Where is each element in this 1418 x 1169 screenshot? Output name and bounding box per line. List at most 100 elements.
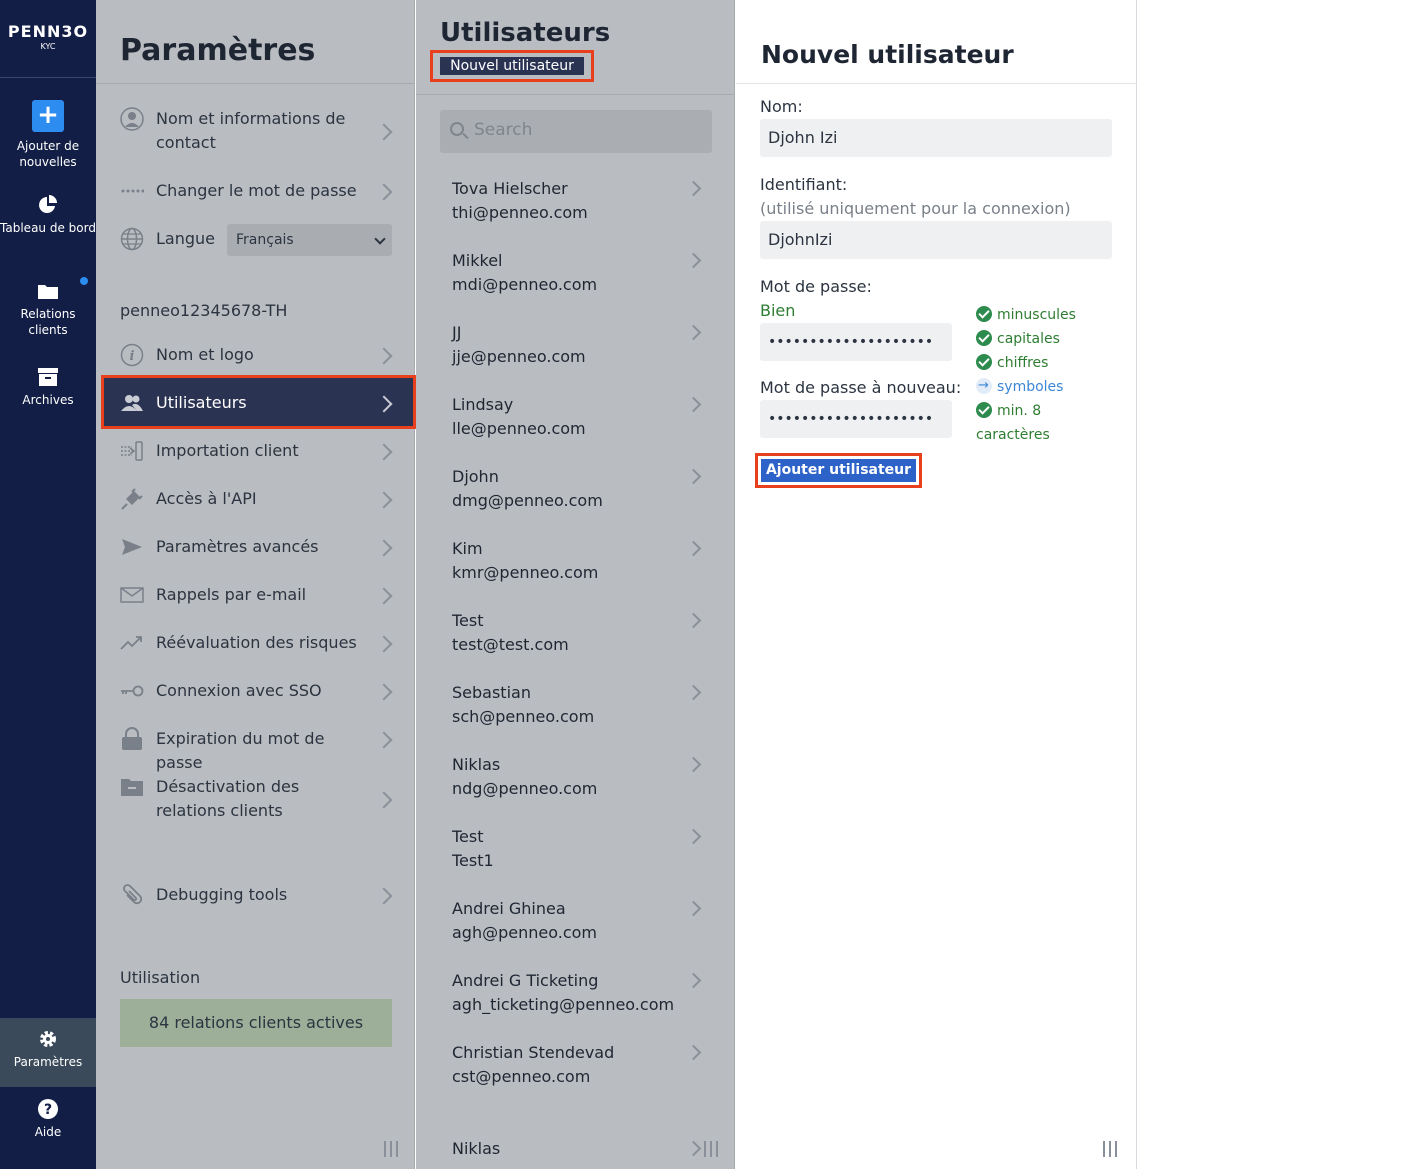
plus-icon: + <box>32 100 64 132</box>
chevron-right-icon <box>685 684 702 701</box>
lock-icon <box>122 727 142 750</box>
password-field[interactable]: •••••••••••••••••••• <box>760 323 952 361</box>
settings-item-label: Rappels par e-mail <box>156 585 307 604</box>
rail-dashboard[interactable]: Tableau de bord <box>0 194 96 236</box>
password-repeat-field[interactable]: •••••••••••••••••••• <box>760 400 952 438</box>
user-list-item[interactable]: Mikkel mdi@penneo.com <box>416 249 735 321</box>
chevron-right-icon <box>375 395 393 413</box>
user-list-item[interactable]: Test Test1 <box>416 825 735 897</box>
settings-item-label: Nom et logo <box>156 345 254 364</box>
resize-handle-icon[interactable] <box>384 1141 402 1157</box>
settings-item-sso[interactable]: Connexion avec SSO <box>96 679 415 703</box>
settings-item-debugging[interactable]: Debugging tools <box>96 883 415 907</box>
user-email: thi@penneo.com <box>452 203 588 222</box>
user-list-item[interactable]: Djohn dmg@penneo.com <box>416 465 735 537</box>
user-email: lle@penneo.com <box>452 419 586 438</box>
globe-icon <box>120 227 144 251</box>
password-rule-continuation: caractères <box>976 427 1050 443</box>
settings-item-password-expiry[interactable]: Expiration du mot de passe <box>96 727 415 772</box>
user-name: Djohn <box>452 467 499 486</box>
chevron-right-icon <box>375 887 393 905</box>
folder-icon <box>38 285 58 299</box>
chevron-right-icon <box>375 587 393 605</box>
add-user-button[interactable]: Ajouter utilisateur <box>755 453 922 488</box>
settings-item-users[interactable]: Utilisateurs <box>96 391 415 415</box>
rail-dashboard-label: Tableau de bord <box>0 221 96 235</box>
resize-handle-icon[interactable] <box>704 1141 722 1157</box>
password-repeat-label: Mot de passe à nouveau: <box>760 378 962 397</box>
login-field[interactable]: DjohnIzi <box>760 221 1112 259</box>
user-email: dmg@penneo.com <box>452 491 603 510</box>
rail-archives[interactable]: Archives <box>0 366 96 408</box>
settings-item-deactivation[interactable]: Désactivation des relations clients <box>96 775 415 823</box>
settings-item-contact[interactable]: Nom et informations de contact <box>96 107 415 155</box>
settings-item-label: Expiration du mot de passe <box>156 729 325 772</box>
settings-item-name-logo[interactable]: i Nom et logo <box>96 343 415 367</box>
user-email: mdi@penneo.com <box>452 275 598 294</box>
user-name: Kim <box>452 539 483 558</box>
rail-add-new[interactable]: + Ajouter de nouvelles <box>0 100 96 170</box>
check-circle-icon <box>976 402 992 418</box>
settings-item-label: Réévaluation des risques <box>156 633 357 652</box>
check-circle-icon <box>976 330 992 346</box>
user-list-item[interactable]: Lindsay lle@penneo.com <box>416 393 735 465</box>
rail-help[interactable]: ? Aide <box>0 1098 96 1140</box>
resize-handle-icon[interactable] <box>1103 1141 1121 1157</box>
add-user-button-label: Ajouter utilisateur <box>761 459 916 482</box>
settings-item-password[interactable]: Changer le mot de passe <box>96 179 415 203</box>
svg-text:?: ? <box>44 1102 52 1118</box>
settings-item-api[interactable]: Accès à l'API <box>96 487 415 511</box>
user-name: Test <box>452 611 484 630</box>
rail-clients[interactable]: Relations clients <box>0 280 96 338</box>
settings-item-import[interactable]: Importation client <box>96 439 415 463</box>
page-title: Paramètres <box>120 33 316 68</box>
new-user-button[interactable]: Nouvel utilisateur <box>430 50 594 82</box>
chevron-right-icon <box>685 972 702 989</box>
chevron-right-icon <box>375 183 393 201</box>
chevron-right-icon <box>375 347 393 365</box>
user-list-item[interactable]: Andrei Ghinea agh@penneo.com <box>416 897 735 969</box>
user-list-item[interactable]: Niklas <box>416 1137 735 1169</box>
search-icon <box>450 122 464 136</box>
password-rule-label: chiffres <box>997 355 1049 371</box>
check-circle-icon <box>976 306 992 322</box>
usage-label: Utilisation <box>120 968 201 987</box>
user-list-item[interactable]: Test test@test.com <box>416 609 735 681</box>
check-circle-icon <box>976 354 992 370</box>
settings-item-label: Désactivation des relations clients <box>156 777 300 820</box>
logo[interactable]: PENN3O KYC <box>0 0 96 78</box>
pie-chart-icon <box>39 195 57 213</box>
user-email: sch@penneo.com <box>452 707 595 726</box>
user-list-item[interactable]: Kim kmr@penneo.com <box>416 537 735 609</box>
settings-item-label: Importation client <box>156 441 299 460</box>
plug-icon <box>121 488 143 510</box>
search-input[interactable]: Search <box>440 110 712 153</box>
users-panel: Utilisateurs Nouvel utilisateur Search T… <box>416 0 735 1169</box>
user-list-item[interactable]: Andrei G Ticketing agh_ticketing@penneo.… <box>416 969 735 1041</box>
usage-badge: 84 relations clients actives <box>120 999 392 1047</box>
settings-panel: Paramètres Nom et informations de contac… <box>96 0 416 1169</box>
rail-settings[interactable]: Paramètres <box>0 1028 96 1070</box>
user-email: ndg@penneo.com <box>452 779 598 798</box>
settings-item-email-reminders[interactable]: Rappels par e-mail <box>96 583 415 607</box>
language-select-value: Français <box>236 232 294 248</box>
settings-item-risk-reassessment[interactable]: Réévaluation des risques <box>96 631 415 655</box>
users-header: Utilisateurs Nouvel utilisateur <box>416 0 735 95</box>
chevron-right-icon <box>685 828 702 845</box>
settings-item-label: Changer le mot de passe <box>156 181 357 200</box>
name-field[interactable]: Djohn Izi <box>760 119 1112 157</box>
user-name: Niklas <box>452 1139 501 1158</box>
rail-archives-label: Archives <box>22 393 74 407</box>
chevron-right-icon <box>375 123 393 141</box>
chevron-right-icon <box>685 1044 702 1061</box>
user-name: Niklas <box>452 755 501 774</box>
settings-item-advanced[interactable]: Paramètres avancés <box>96 535 415 559</box>
language-select[interactable]: Français <box>227 224 392 256</box>
chevron-right-icon <box>685 180 702 197</box>
user-list-item[interactable]: JJ jje@penneo.com <box>416 321 735 393</box>
user-list-item[interactable]: Sebastian sch@penneo.com <box>416 681 735 753</box>
user-list-item[interactable]: Niklas ndg@penneo.com <box>416 753 735 825</box>
user-list-item[interactable]: Christian Stendevad cst@penneo.com <box>416 1041 735 1113</box>
rail-clients-label: Relations clients <box>20 307 76 337</box>
user-list-item[interactable]: Tova Hielscher thi@penneo.com <box>416 177 735 249</box>
